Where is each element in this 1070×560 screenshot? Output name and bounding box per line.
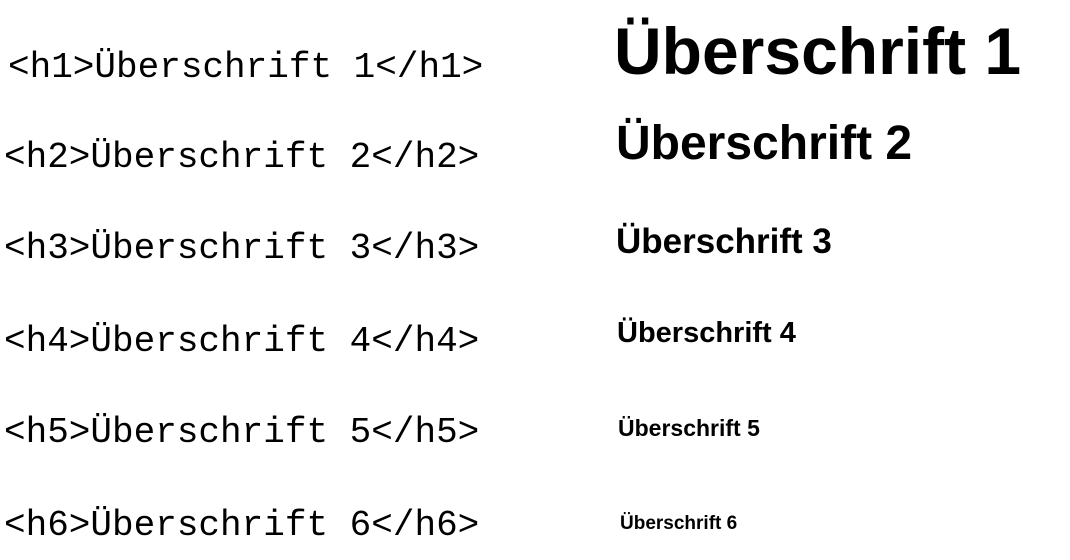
html-code-h4: <h4>Überschrift 4</h4> [4, 321, 480, 362]
rendered-heading-h6: Überschrift 6 [620, 513, 738, 534]
rendered-heading-h1: Überschrift 1 [614, 14, 1022, 88]
html-code-h2: <h2>Überschrift 2</h2> [4, 137, 480, 178]
html-code-h1: <h1>Überschrift 1</h1> [8, 47, 484, 88]
rendered-heading-h4: Überschrift 4 [617, 317, 796, 349]
rendered-heading-h3: Überschrift 3 [616, 222, 832, 261]
html-code-h5: <h5>Überschrift 5</h5> [4, 412, 480, 453]
rendered-heading-h5: Überschrift 5 [618, 415, 760, 441]
html-code-h6: <h6>Überschrift 6</h6> [4, 505, 480, 546]
html-code-h3: <h3>Überschrift 3</h3> [4, 228, 480, 269]
rendered-heading-h2: Überschrift 2 [616, 117, 913, 170]
